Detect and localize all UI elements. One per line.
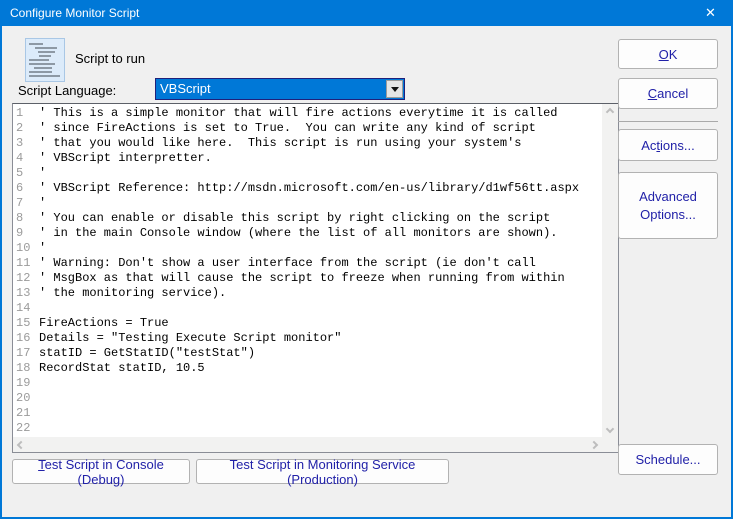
code-line: 9 ' in the main Console window (where th… (13, 226, 602, 241)
line-text: FireActions = True (39, 316, 169, 331)
line-number: 21 (13, 406, 39, 421)
line-text: ' since FireActions is set to True. You … (39, 121, 536, 136)
code-line: 3 ' that you would like here. This scrip… (13, 136, 602, 151)
line-text: ' (39, 166, 46, 181)
button-column-divider (618, 121, 718, 122)
section-title: Script to run (75, 51, 145, 66)
line-number: 13 (13, 286, 39, 301)
line-number: 14 (13, 301, 39, 316)
line-number: 3 (13, 136, 39, 151)
line-number: 17 (13, 346, 39, 361)
scroll-up-icon[interactable] (606, 108, 614, 116)
line-text: ' in the main Console window (where the … (39, 226, 557, 241)
dialog-content: Script to run Script Language: VBScript … (2, 26, 731, 517)
scrollbar-corner (602, 437, 618, 452)
line-number: 10 (13, 241, 39, 256)
script-editor[interactable]: 1 ' This is a simple monitor that will f… (12, 103, 619, 453)
line-number: 6 (13, 181, 39, 196)
code-line: 10 ' (13, 241, 602, 256)
scroll-right-icon[interactable] (590, 440, 598, 448)
dropdown-button[interactable] (386, 80, 403, 98)
line-number: 20 (13, 391, 39, 406)
code-line: 5 ' (13, 166, 602, 181)
line-number: 18 (13, 361, 39, 376)
code-line: 2 ' since FireActions is set to True. Yo… (13, 121, 602, 136)
line-number: 4 (13, 151, 39, 166)
line-text: ' (39, 196, 46, 211)
selected-language: VBScript (156, 79, 385, 99)
schedule-button[interactable]: Schedule... (618, 444, 718, 475)
horizontal-scrollbar[interactable] (13, 437, 602, 452)
code-line: 22 (13, 421, 602, 436)
cancel-button[interactable]: Cancel (618, 78, 718, 109)
line-number: 12 (13, 271, 39, 286)
line-text: ' This is a simple monitor that will fir… (39, 106, 557, 121)
window-title: Configure Monitor Script (0, 6, 688, 20)
actions-button[interactable]: Actions... (618, 129, 718, 161)
configure-monitor-script-dialog: Configure Monitor Script ✕ Script to run… (0, 0, 733, 519)
ok-button[interactable]: OK (618, 39, 718, 69)
scroll-down-icon[interactable] (606, 425, 614, 433)
code-line: 1 ' This is a simple monitor that will f… (13, 106, 602, 121)
code-line: 20 (13, 391, 602, 406)
line-number: 22 (13, 421, 39, 436)
line-number: 9 (13, 226, 39, 241)
line-text: RecordStat statID, 10.5 (39, 361, 205, 376)
code-line: 7 ' (13, 196, 602, 211)
test-script-console-button[interactable]: Test Script in Console (Debug) (12, 459, 190, 484)
vertical-scrollbar[interactable] (602, 104, 618, 437)
line-number: 15 (13, 316, 39, 331)
line-number: 2 (13, 121, 39, 136)
code-line: 13 ' the monitoring service). (13, 286, 602, 301)
script-code-area[interactable]: 1 ' This is a simple monitor that will f… (13, 104, 602, 437)
chevron-down-icon (391, 87, 399, 92)
close-icon[interactable]: ✕ (688, 0, 733, 26)
line-text: ' (39, 241, 46, 256)
line-text: ' Warning: Don't show a user interface f… (39, 256, 536, 271)
test-script-service-button[interactable]: Test Script in Monitoring Service (Produ… (196, 459, 449, 484)
line-number: 11 (13, 256, 39, 271)
code-line: 12 ' MsgBox as that will cause the scrip… (13, 271, 602, 286)
line-number: 1 (13, 106, 39, 121)
line-text: ' VBScript interpretter. (39, 151, 212, 166)
script-language-select[interactable]: VBScript (155, 78, 405, 100)
line-text: ' that you would like here. This script … (39, 136, 521, 151)
scroll-left-icon[interactable] (17, 440, 25, 448)
code-line: 16 Details = "Testing Execute Script mon… (13, 331, 602, 346)
code-line: 4 ' VBScript interpretter. (13, 151, 602, 166)
script-document-icon (25, 38, 65, 87)
code-line: 19 (13, 376, 602, 391)
line-number: 19 (13, 376, 39, 391)
code-line: 6 ' VBScript Reference: http://msdn.micr… (13, 181, 602, 196)
line-text: ' MsgBox as that will cause the script t… (39, 271, 565, 286)
line-number: 7 (13, 196, 39, 211)
code-line: 11 ' Warning: Don't show a user interfac… (13, 256, 602, 271)
line-text: Details = "Testing Execute Script monito… (39, 331, 341, 346)
line-text: statID = GetStatID("testStat") (39, 346, 255, 361)
line-number: 5 (13, 166, 39, 181)
line-text: ' the monitoring service). (39, 286, 226, 301)
code-line: 21 (13, 406, 602, 421)
line-text: ' You can enable or disable this script … (39, 211, 550, 226)
line-text: ' VBScript Reference: http://msdn.micros… (39, 181, 579, 196)
line-number: 8 (13, 211, 39, 226)
code-line: 15 FireActions = True (13, 316, 602, 331)
code-line: 14 (13, 301, 602, 316)
advanced-options-button[interactable]: Advanced Options... (618, 172, 718, 239)
line-number: 16 (13, 331, 39, 346)
code-line: 18 RecordStat statID, 10.5 (13, 361, 602, 376)
titlebar[interactable]: Configure Monitor Script ✕ (0, 0, 733, 26)
code-line: 8 ' You can enable or disable this scrip… (13, 211, 602, 226)
script-language-label: Script Language: (18, 83, 116, 98)
code-line: 17 statID = GetStatID("testStat") (13, 346, 602, 361)
